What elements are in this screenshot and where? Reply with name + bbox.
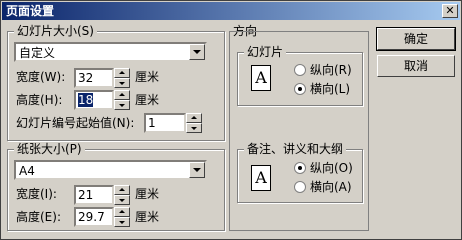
spin-down-icon[interactable] — [186, 123, 202, 133]
slides-landscape-radio[interactable] — [294, 83, 306, 95]
paper-width-label: 宽度(I): — [16, 187, 57, 201]
notes-landscape-radio[interactable] — [294, 181, 306, 193]
chevron-down-icon[interactable] — [189, 44, 205, 60]
spin-down-icon[interactable] — [114, 195, 130, 205]
spin-up-icon[interactable] — [114, 185, 130, 195]
spin-up-icon[interactable] — [114, 68, 130, 78]
start-number-input[interactable]: 1 — [144, 113, 186, 133]
slide-height-input[interactable]: 18 — [74, 90, 114, 110]
paper-height-spinner[interactable]: 29.7 — [74, 207, 130, 227]
notes-landscape-label[interactable]: 横向(A) — [310, 179, 352, 195]
slide-size-select-value: 自定义 — [19, 46, 56, 60]
spin-down-icon[interactable] — [114, 78, 130, 88]
chevron-down-icon[interactable] — [189, 162, 205, 178]
slide-size-group-label: 幻灯片大小(S) — [14, 24, 97, 38]
paper-height-label: 高度(E): — [16, 210, 61, 224]
slide-width-label: 宽度(W): — [16, 70, 66, 84]
paper-size-select[interactable]: A4 — [14, 160, 207, 180]
slide-width-spinner[interactable]: 32 — [74, 68, 130, 88]
slide-height-value: 18 — [78, 93, 94, 107]
spin-up-icon[interactable] — [114, 90, 130, 100]
paper-height-unit: 厘米 — [135, 210, 160, 224]
notes-orientation-label: 备注、讲义和大纲 — [244, 142, 347, 156]
slide-height-label: 高度(H): — [16, 93, 63, 107]
paper-width-spinner[interactable]: 21 — [74, 185, 130, 205]
title-bar: 页面设置 ✕ — [2, 2, 460, 20]
page-icon: A — [251, 65, 271, 91]
start-number-spinner[interactable]: 1 — [144, 113, 202, 133]
spin-down-icon[interactable] — [114, 100, 130, 110]
slide-height-spinner[interactable]: 18 — [74, 90, 130, 110]
spin-up-icon[interactable] — [186, 113, 202, 123]
page-icon: A — [251, 165, 271, 191]
paper-height-input[interactable]: 29.7 — [74, 207, 114, 227]
page-setup-dialog: 页面设置 ✕ 幻灯片大小(S) 自定义 宽度(W): 32 厘米 高度(H): … — [0, 0, 462, 240]
ok-button[interactable]: 确定 — [376, 27, 456, 51]
paper-size-group-label: 纸张大小(P) — [14, 142, 85, 156]
cancel-button[interactable]: 取消 — [377, 55, 455, 77]
slides-portrait-label[interactable]: 纵向(R) — [310, 62, 352, 78]
window-title: 页面设置 — [6, 4, 55, 18]
slide-height-unit: 厘米 — [135, 93, 160, 107]
paper-size-select-value: A4 — [19, 164, 35, 178]
spin-up-icon[interactable] — [114, 207, 130, 217]
slide-width-unit: 厘米 — [135, 70, 160, 84]
paper-width-input[interactable]: 21 — [74, 185, 114, 205]
close-icon[interactable]: ✕ — [442, 4, 458, 18]
spin-down-icon[interactable] — [114, 217, 130, 227]
slides-orientation-label: 幻灯片 — [244, 45, 287, 59]
slides-landscape-label[interactable]: 横向(L) — [310, 81, 350, 97]
slide-width-input[interactable]: 32 — [74, 68, 114, 88]
slides-portrait-radio[interactable] — [294, 64, 306, 76]
start-number-label: 幻灯片编号起始值(N): — [16, 116, 135, 130]
notes-portrait-label[interactable]: 纵向(O) — [310, 160, 353, 176]
notes-portrait-radio[interactable] — [294, 162, 306, 174]
slide-size-select[interactable]: 自定义 — [14, 42, 207, 62]
paper-width-unit: 厘米 — [135, 187, 160, 201]
